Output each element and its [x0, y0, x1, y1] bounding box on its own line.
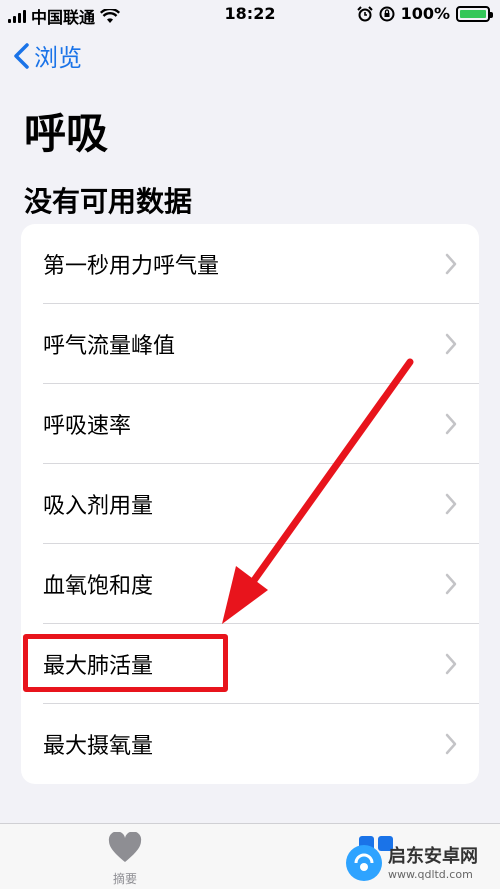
battery-icon — [456, 5, 493, 22]
page-title: 呼吸 — [24, 109, 109, 158]
chevron-right-icon — [445, 573, 457, 595]
chevron-right-icon — [445, 413, 457, 435]
section-title: 没有可用数据 — [24, 185, 193, 218]
status-bar: 中国联通 18:22 100% — [0, 0, 500, 28]
annotation-highlight-box — [23, 634, 228, 692]
tab-summary-label: 摘要 — [112, 872, 137, 886]
list-item-label: 吸入剂用量 — [43, 494, 154, 519]
tab-summary[interactable]: 摘要 — [95, 831, 155, 887]
watermark: 启东安卓网 www.qdltd.com — [344, 841, 494, 885]
back-label: 浏览 — [34, 44, 82, 72]
chevron-right-icon — [445, 333, 457, 355]
data-type-list: 第一秒用力呼气量 呼气流量峰值 呼吸速率 吸入剂用量 血氧饱和度 最大肺活量 最… — [21, 224, 479, 784]
chevron-left-icon — [14, 42, 29, 69]
alarm-icon — [356, 5, 373, 21]
chevron-right-icon — [445, 733, 457, 755]
chevron-right-icon — [445, 253, 457, 275]
list-item-fev1[interactable]: 第一秒用力呼气量 — [21, 224, 479, 304]
watermark-url: www.qdltd.com — [388, 867, 473, 881]
list-item-vo2-max[interactable]: 最大摄氧量 — [21, 704, 479, 784]
back-button[interactable]: 浏览 — [12, 38, 82, 73]
orientation-lock-icon — [379, 6, 395, 21]
list-item-label: 呼吸速率 — [43, 414, 132, 439]
list-item-respiratory-rate[interactable]: 呼吸速率 — [21, 384, 479, 464]
list-item-label: 呼气流量峰值 — [43, 334, 176, 359]
list-item-label: 第一秒用力呼气量 — [43, 254, 220, 279]
chevron-right-icon — [445, 653, 457, 675]
battery-percent: 100% — [400, 4, 450, 23]
list-item-label: 最大摄氧量 — [43, 734, 154, 759]
list-item-peak-flow[interactable]: 呼气流量峰值 — [21, 304, 479, 384]
list-item-blood-oxygen[interactable]: 血氧饱和度 — [21, 544, 479, 624]
status-right: 100% — [356, 4, 493, 23]
heart-icon — [108, 831, 142, 862]
list-item-inhaler-usage[interactable]: 吸入剂用量 — [21, 464, 479, 544]
watermark-logo-icon — [346, 845, 382, 881]
watermark-title: 启东安卓网 — [388, 845, 478, 867]
chevron-right-icon — [445, 493, 457, 515]
list-item-label: 血氧饱和度 — [43, 574, 154, 599]
